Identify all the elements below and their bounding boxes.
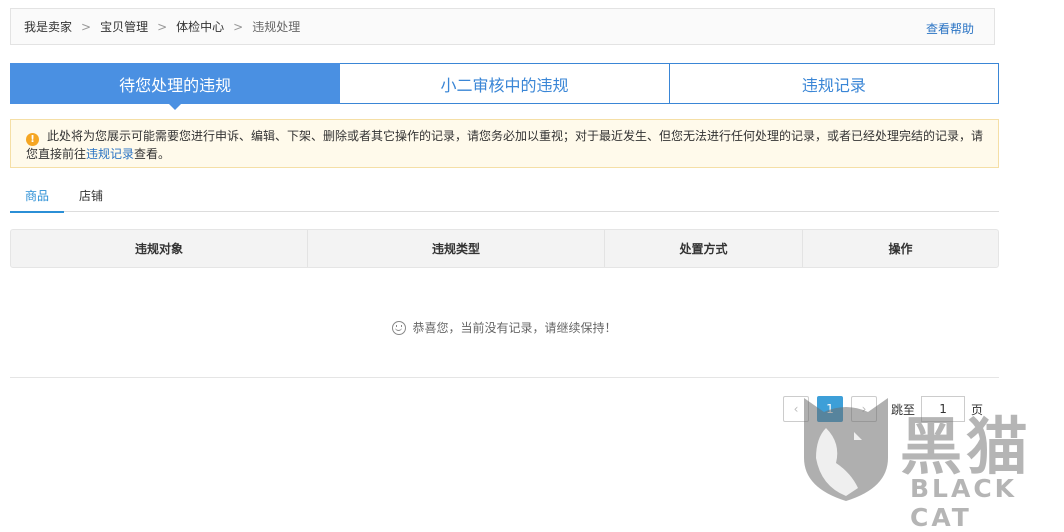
column-header-type: 违规类型 [308, 230, 605, 267]
violation-records-link[interactable]: 违规记录 [86, 147, 134, 161]
column-header-handling: 处置方式 [605, 230, 803, 267]
breadcrumb-separator: > [233, 19, 244, 34]
breadcrumb-separator: > [81, 19, 92, 34]
tab-pending-violations[interactable]: 待您处理的违规 [10, 63, 341, 110]
tab-under-review[interactable]: 小二审核中的违规 [340, 63, 670, 104]
tab-shop[interactable]: 店铺 [64, 185, 118, 211]
empty-state: 恭喜您，当前没有记录，请继续保持！ [10, 319, 999, 336]
empty-state-text: 恭喜您，当前没有记录，请继续保持！ [412, 321, 617, 335]
breadcrumb: 我是卖家 > 宝贝管理 > 体检中心 > 违规处理 查看帮助 [10, 8, 995, 45]
black-cat-watermark: 黑猫 BLACK CAT [796, 388, 1064, 532]
sub-tabs: 商品 店铺 [10, 185, 999, 213]
column-header-target: 违规对象 [11, 230, 308, 267]
breadcrumb-separator: > [157, 19, 168, 34]
tab-products[interactable]: 商品 [10, 185, 65, 213]
cat-logo-icon [804, 398, 888, 501]
help-link[interactable]: 查看帮助 [926, 20, 974, 37]
notice-text-end: 查看。 [134, 147, 171, 161]
main-tabs: 待您处理的违规 小二审核中的违规 违规记录 [10, 63, 999, 110]
warning-icon: ! [26, 133, 39, 146]
smile-icon [392, 321, 407, 335]
column-header-actions: 操作 [888, 242, 913, 256]
tab-violation-records[interactable]: 违规记录 [669, 63, 999, 104]
notice-banner: ! 此处将为您展示可能需要您进行申诉、编辑、下架、删除或者其它操作的记录，请您务必… [10, 119, 999, 168]
watermark-subtitle: BLACK CAT [910, 474, 1018, 532]
divider [10, 377, 999, 378]
breadcrumb-item-current: 违规处理 [252, 20, 301, 34]
breadcrumb-item-checkup[interactable]: 体检中心 [176, 18, 224, 35]
table-header: 违规对象 违规类型 处置方式 操作 [10, 229, 999, 268]
breadcrumb-item-items[interactable]: 宝贝管理 [100, 18, 148, 35]
watermark-title: 黑猫 [900, 410, 1033, 483]
breadcrumb-item-seller[interactable]: 我是卖家 [24, 18, 72, 35]
